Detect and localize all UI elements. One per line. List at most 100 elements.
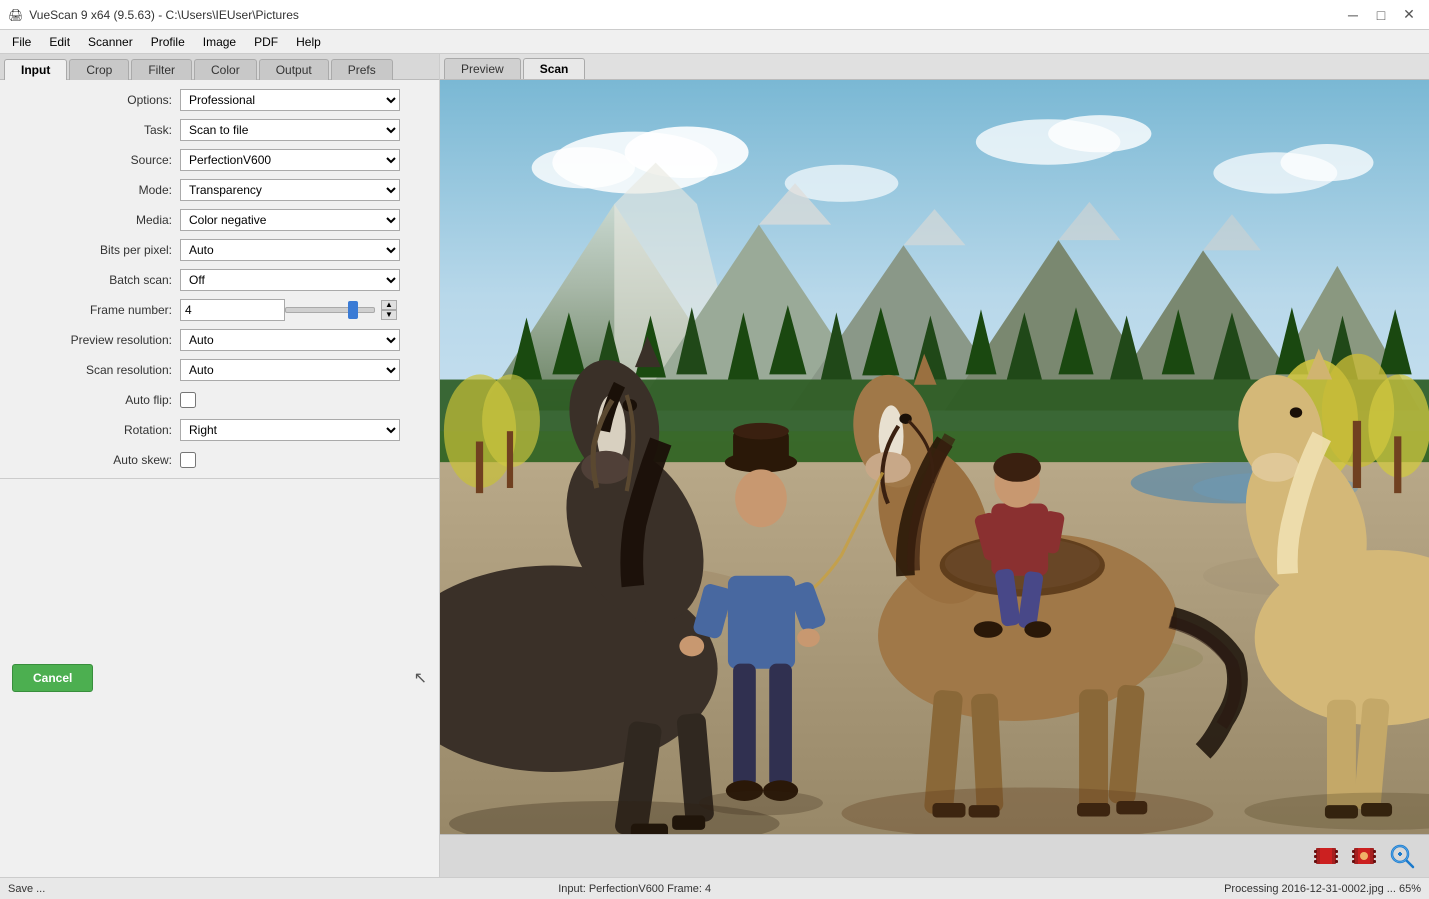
field-row: Frame number: ▲▼ [0, 298, 435, 322]
field-select[interactable]: NoneLeftRight180 [180, 419, 400, 441]
field-row: Scan resolution:Auto3006001200 [0, 358, 435, 382]
field-row: Source:PerfectionV600Flatbed [0, 148, 435, 172]
menu-item-scanner[interactable]: Scanner [80, 33, 141, 51]
field-label: Mode: [0, 183, 180, 197]
menubar: FileEditScannerProfileImagePDFHelp [0, 30, 1429, 54]
menu-item-help[interactable]: Help [288, 33, 329, 51]
slider-thumb[interactable] [348, 301, 358, 319]
field-row: Rotation:NoneLeftRight180 [0, 418, 435, 442]
preview-image [440, 80, 1429, 834]
red-filmstrip-icon [1314, 845, 1338, 867]
image-icon [1352, 845, 1376, 867]
icon-red-image-button[interactable] [1311, 841, 1341, 871]
panel-tab-color[interactable]: Color [194, 59, 257, 80]
right-panel: PreviewScan [440, 54, 1429, 877]
field-select[interactable]: Auto81648 [180, 239, 400, 261]
panel-tab-filter[interactable]: Filter [131, 59, 192, 80]
field-label: Media: [0, 213, 180, 227]
titlebar: 🖨 VueScan 9 x64 (9.5.63) - C:\Users\IEUs… [0, 0, 1429, 30]
spinner-down-button[interactable]: ▼ [381, 310, 397, 320]
menu-item-pdf[interactable]: PDF [246, 33, 286, 51]
field-control: ProfessionalBasicAdvanced [180, 89, 435, 111]
field-label: Batch scan: [0, 273, 180, 287]
panel-tab-crop[interactable]: Crop [69, 59, 129, 80]
app-icon: 🖨 [8, 8, 23, 22]
field-select[interactable]: TransparencyFlatbed [180, 179, 400, 201]
field-select[interactable]: ProfessionalBasicAdvanced [180, 89, 400, 111]
field-row: Auto skew: [0, 448, 435, 472]
field-row: Batch scan:OffOn [0, 268, 435, 292]
field-label: Frame number: [0, 303, 180, 317]
menu-item-profile[interactable]: Profile [143, 33, 193, 51]
field-control: OffOn [180, 269, 435, 291]
titlebar-controls: ─ □ ✕ [1341, 5, 1421, 25]
panel-tab-input[interactable]: Input [4, 59, 67, 80]
bottom-toolbar: Cancel ↖ [0, 478, 439, 877]
zoom-in-button[interactable] [1387, 841, 1417, 871]
field-row: Preview resolution:Auto75150300 [0, 328, 435, 352]
field-control: Scan to fileScan to emailScan to printer [180, 119, 435, 141]
panel-tab-output[interactable]: Output [259, 59, 329, 80]
preview-tab-preview[interactable]: Preview [444, 58, 521, 79]
field-label: Auto skew: [0, 453, 180, 467]
field-label: Preview resolution: [0, 333, 180, 347]
field-control: Auto3006001200 [180, 359, 435, 381]
field-row: Media:Color negativeColor positiveB&W ne… [0, 208, 435, 232]
fields-area: Options:ProfessionalBasicAdvanced Task:Sc… [0, 80, 439, 478]
field-label: Auto flip: [0, 393, 180, 407]
spinner-up-button[interactable]: ▲ [381, 300, 397, 310]
field-select[interactable]: Scan to fileScan to emailScan to printer [180, 119, 400, 141]
field-spinner-input[interactable] [180, 299, 285, 321]
menu-item-file[interactable]: File [4, 33, 39, 51]
spinner-buttons: ▲▼ [381, 300, 397, 320]
status-save: Save ... [8, 883, 45, 895]
bottom-icons-row [440, 834, 1429, 877]
field-select[interactable]: PerfectionV600Flatbed [180, 149, 400, 171]
preview-tabs: PreviewScan [440, 54, 1429, 80]
field-row: Options:ProfessionalBasicAdvanced [0, 88, 435, 112]
field-row: Task:Scan to fileScan to emailScan to pr… [0, 118, 435, 142]
minimize-button[interactable]: ─ [1341, 5, 1365, 25]
icon-image-button[interactable] [1349, 841, 1379, 871]
field-checkbox[interactable] [180, 452, 196, 468]
zoom-icon [1389, 843, 1415, 869]
field-control: PerfectionV600Flatbed [180, 149, 435, 171]
field-select[interactable]: Auto75150300 [180, 329, 400, 351]
cancel-button[interactable]: Cancel [12, 664, 93, 692]
field-row: Bits per pixel:Auto81648 [0, 238, 435, 262]
field-control: Color negativeColor positiveB&W negative [180, 209, 435, 231]
panel-tab-prefs[interactable]: Prefs [331, 59, 393, 80]
field-control [180, 392, 435, 408]
field-control: Auto75150300 [180, 329, 435, 351]
field-label: Options: [0, 93, 180, 107]
field-control: NoneLeftRight180 [180, 419, 435, 441]
preview-tab-scan[interactable]: Scan [523, 58, 586, 79]
field-control: Auto81648 [180, 239, 435, 261]
field-label: Rotation: [0, 423, 180, 437]
status-right: Processing 2016-12-31-0002.jpg ... 65% [1224, 883, 1421, 895]
slider-track[interactable] [285, 307, 375, 313]
field-label: Source: [0, 153, 180, 167]
panel-tabs: InputCropFilterColorOutputPrefs [0, 54, 439, 80]
main-content: InputCropFilterColorOutputPrefs Options:… [0, 54, 1429, 877]
status-center: Input: PerfectionV600 Frame: 4 [558, 883, 711, 895]
titlebar-left: 🖨 VueScan 9 x64 (9.5.63) - C:\Users\IEUs… [8, 8, 299, 22]
menu-item-edit[interactable]: Edit [41, 33, 78, 51]
cursor-indicator: ↖ [414, 668, 427, 688]
image-area [440, 80, 1429, 834]
field-control [180, 452, 435, 468]
field-label: Scan resolution: [0, 363, 180, 377]
field-row: Mode:TransparencyFlatbed [0, 178, 435, 202]
slider-container: ▲▼ [285, 300, 397, 320]
field-row: Auto flip: [0, 388, 435, 412]
titlebar-title: VueScan 9 x64 (9.5.63) - C:\Users\IEUser… [29, 8, 299, 22]
close-button[interactable]: ✕ [1397, 5, 1421, 25]
menu-item-image[interactable]: Image [195, 33, 244, 51]
field-select[interactable]: Auto3006001200 [180, 359, 400, 381]
field-control: TransparencyFlatbed [180, 179, 435, 201]
status-bar: Save ... Input: PerfectionV600 Frame: 4 … [0, 877, 1429, 899]
field-checkbox[interactable] [180, 392, 196, 408]
field-select[interactable]: OffOn [180, 269, 400, 291]
field-select[interactable]: Color negativeColor positiveB&W negative [180, 209, 400, 231]
maximize-button[interactable]: □ [1369, 5, 1393, 25]
